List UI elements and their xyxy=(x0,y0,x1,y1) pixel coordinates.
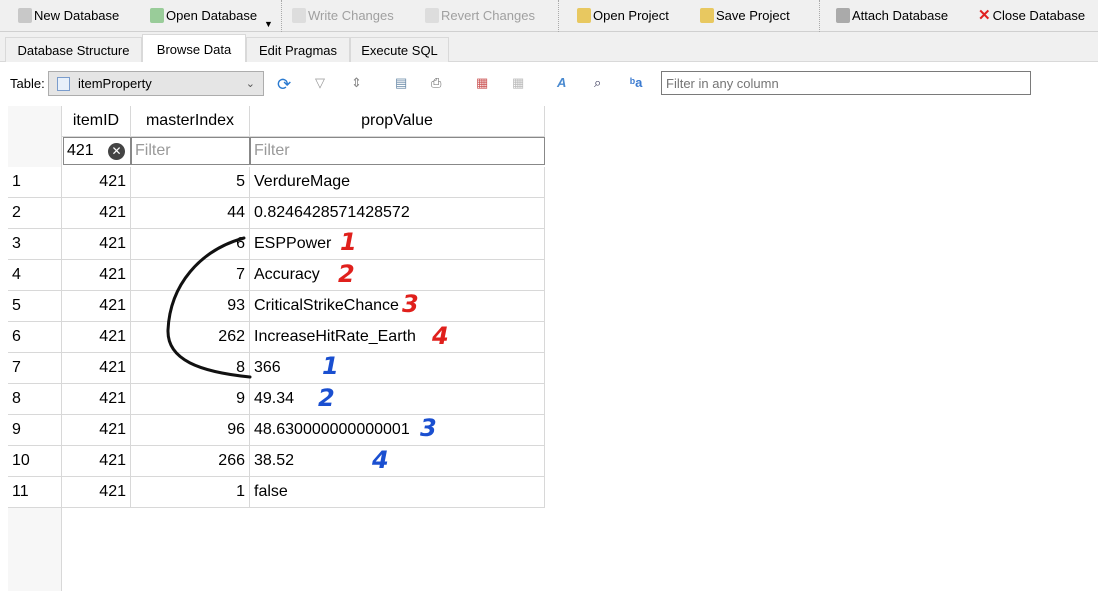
blue-annotation-number: 3 xyxy=(420,414,437,442)
red-annotation-number: 2 xyxy=(338,260,355,288)
red-annotation-number: 3 xyxy=(402,290,419,318)
blue-annotation-number: 2 xyxy=(318,384,335,412)
annotation-bracket xyxy=(166,236,252,379)
blue-annotation-number: 4 xyxy=(372,446,389,474)
red-annotation-number: 4 xyxy=(432,322,449,350)
red-annotation-number: 1 xyxy=(340,228,357,256)
blue-annotation-number: 1 xyxy=(322,352,339,380)
